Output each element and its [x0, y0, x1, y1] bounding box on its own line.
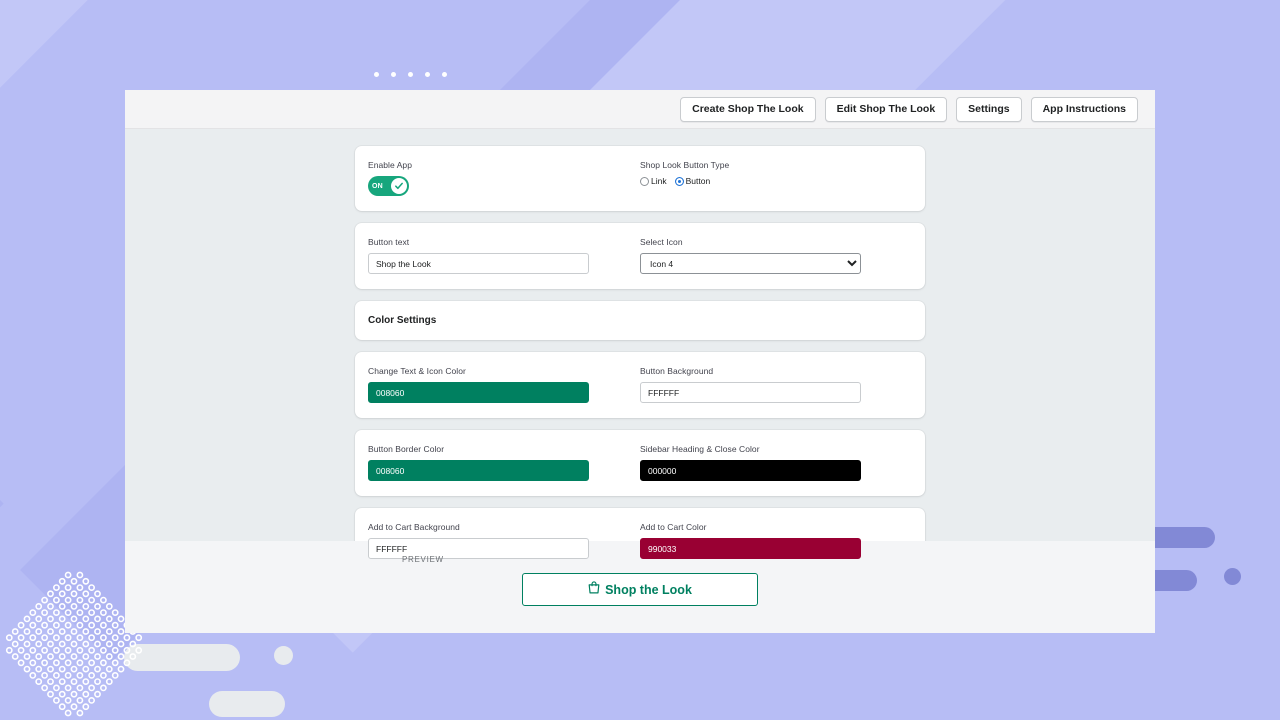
- sidebar-heading-close-color-label: Sidebar Heading & Close Color: [640, 444, 760, 454]
- button-text-field: Button text: [368, 237, 640, 274]
- radio-option-link[interactable]: Link: [640, 176, 667, 187]
- carousel-dot[interactable]: [374, 72, 379, 77]
- carousel-dot[interactable]: [425, 72, 430, 77]
- app-window: Create Shop The Look Edit Shop The Look …: [125, 90, 1155, 633]
- button-background-label: Button Background: [640, 366, 714, 376]
- app-instructions-button[interactable]: App Instructions: [1030, 96, 1138, 122]
- button-text-label: Button text: [368, 237, 410, 247]
- radio-label-button: Button: [685, 176, 711, 186]
- preview-shop-the-look-button[interactable]: Shop the Look: [522, 573, 758, 606]
- toggle-state-label: ON: [372, 182, 383, 190]
- enable-app-toggle[interactable]: ON: [368, 176, 409, 196]
- radio-option-button[interactable]: Button: [674, 176, 711, 187]
- button-text-input[interactable]: [368, 253, 589, 274]
- button-border-color-label: Button Border Color: [368, 444, 445, 454]
- button-background-input[interactable]: [640, 382, 861, 403]
- change-text-icon-color-label: Change Text & Icon Color: [368, 366, 466, 376]
- shopping-bag-icon: [588, 580, 600, 599]
- button-border-color-input[interactable]: [368, 460, 589, 481]
- add-to-cart-background-field: Add to Cart Background: [368, 522, 640, 559]
- create-shop-the-look-button[interactable]: Create Shop The Look: [680, 96, 816, 122]
- color-settings-heading-card: Color Settings: [355, 301, 925, 340]
- enable-app-field: Enable App ON: [368, 160, 640, 196]
- change-text-icon-color-input[interactable]: [368, 382, 589, 403]
- enable-app-label: Enable App: [368, 160, 412, 170]
- add-to-cart-color-input[interactable]: [640, 538, 861, 559]
- sidebar-heading-close-color-field: Sidebar Heading & Close Color: [640, 444, 912, 481]
- select-icon-label: Select Icon: [640, 237, 683, 247]
- button-type-field: Shop Look Button Type Link Button: [640, 160, 912, 196]
- carousel-dots[interactable]: [374, 72, 447, 77]
- sidebar-heading-close-color-input[interactable]: [640, 460, 861, 481]
- button-border-color-field: Button Border Color: [368, 444, 640, 481]
- change-text-icon-color-field: Change Text & Icon Color: [368, 366, 640, 403]
- dot-pattern: [5, 571, 143, 717]
- decorative-circle: [274, 646, 293, 665]
- check-icon: [391, 178, 407, 194]
- add-to-cart-background-label: Add to Cart Background: [368, 522, 460, 532]
- general-settings-card: Enable App ON Shop Look Button Type Link…: [355, 146, 925, 211]
- preview-button-label: Shop the Look: [605, 582, 692, 597]
- radio-label-link: Link: [651, 176, 667, 186]
- radio-dot-link[interactable]: [640, 177, 649, 186]
- carousel-dot[interactable]: [442, 72, 447, 77]
- decorative-bar: [209, 691, 285, 717]
- settings-panel: Enable App ON Shop Look Button Type Link…: [125, 129, 1155, 574]
- add-to-cart-color-field: Add to Cart Color: [640, 522, 912, 559]
- color-settings-title: Color Settings: [368, 315, 437, 326]
- add-to-cart-color-label: Add to Cart Color: [640, 522, 707, 532]
- color-row-card-1: Change Text & Icon Color Button Backgrou…: [355, 352, 925, 418]
- carousel-dot[interactable]: [408, 72, 413, 77]
- settings-button[interactable]: Settings: [956, 96, 1022, 122]
- edit-shop-the-look-button[interactable]: Edit Shop The Look: [824, 96, 948, 122]
- app-toolbar: Create Shop The Look Edit Shop The Look …: [125, 90, 1155, 129]
- color-row-card-2: Button Border Color Sidebar Heading & Cl…: [355, 430, 925, 496]
- button-type-label: Shop Look Button Type: [640, 160, 730, 170]
- button-background-field: Button Background: [640, 366, 912, 403]
- decorative-circle: [1224, 568, 1241, 585]
- select-icon-dropdown[interactable]: Icon 1Icon 2Icon 3Icon 4Icon 5: [640, 253, 861, 274]
- carousel-dot[interactable]: [391, 72, 396, 77]
- radio-dot-button[interactable]: [674, 177, 684, 186]
- button-appearance-card: Button text Select Icon Icon 1Icon 2Icon…: [355, 223, 925, 289]
- select-icon-field: Select Icon Icon 1Icon 2Icon 3Icon 4Icon…: [640, 237, 912, 274]
